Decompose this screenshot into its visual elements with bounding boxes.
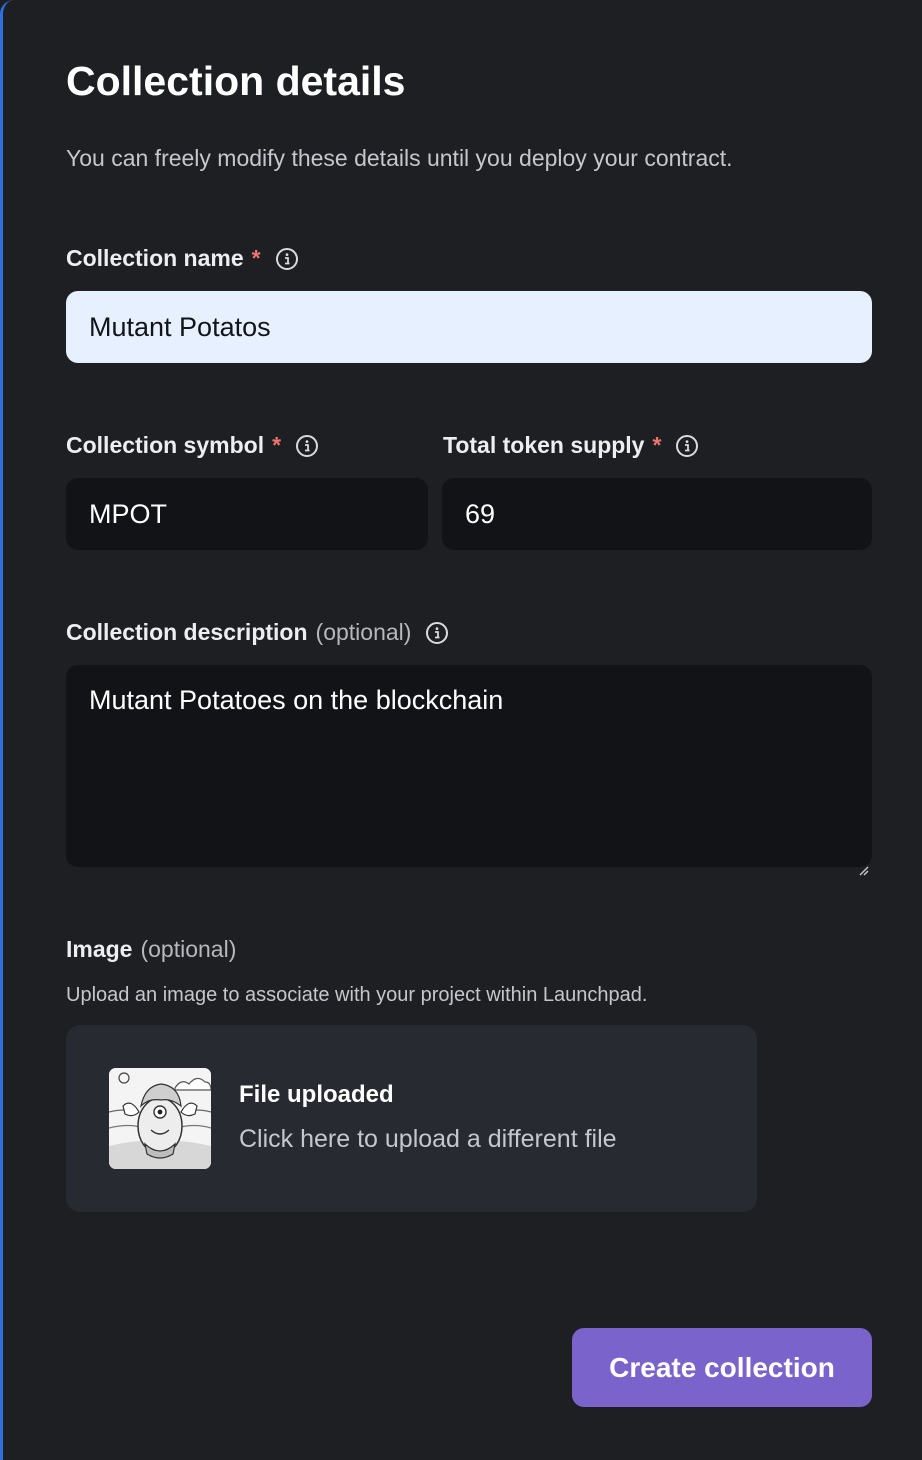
image-upload-dropzone[interactable]: File uploaded Click here to upload a dif… (66, 1025, 757, 1212)
collection-description-textarea[interactable]: Mutant Potatoes on the blockchain (66, 665, 872, 876)
info-icon[interactable] (426, 621, 449, 644)
total-supply-label-text: Total token supply (443, 432, 645, 458)
collection-name-label: Collection name * (66, 245, 298, 272)
total-supply-label: Total token supply * (443, 432, 699, 459)
collection-symbol-label-text: Collection symbol (66, 432, 265, 458)
image-label: Image (optional) (66, 936, 236, 963)
collection-details-panel: Collection details You can freely modify… (0, 0, 922, 1460)
collection-symbol-input[interactable]: MPOT (66, 478, 428, 550)
upload-status: File uploaded (239, 1081, 394, 1108)
collection-symbol-label: Collection symbol * (66, 432, 319, 459)
collection-description-label: Collection description (optional) (66, 619, 449, 646)
collection-description-label-text: Collection description (66, 619, 308, 645)
info-icon[interactable] (296, 434, 319, 457)
image-hint: Upload an image to associate with your p… (66, 984, 648, 1006)
page-subtitle: You can freely modify these details unti… (66, 145, 733, 171)
optional-tag: (optional) (315, 619, 412, 645)
total-supply-input[interactable]: 69 (442, 478, 872, 550)
create-collection-button[interactable]: Create collection (572, 1328, 872, 1407)
uploaded-image-thumbnail (109, 1068, 211, 1169)
required-marker: * (272, 432, 282, 458)
optional-tag: (optional) (140, 936, 237, 962)
required-marker: * (251, 245, 261, 271)
collection-description-value: Mutant Potatoes on the blockchain (89, 685, 504, 715)
collection-name-label-text: Collection name (66, 245, 244, 271)
resize-handle-icon[interactable] (857, 852, 869, 876)
page-title: Collection details (66, 58, 406, 104)
info-icon[interactable] (676, 434, 699, 457)
info-icon[interactable] (275, 247, 298, 270)
required-marker: * (652, 432, 662, 458)
image-label-text: Image (66, 936, 133, 962)
upload-different-file-link[interactable]: Click here to upload a different file (239, 1125, 617, 1154)
collection-name-input[interactable]: Mutant Potatos (66, 291, 872, 363)
